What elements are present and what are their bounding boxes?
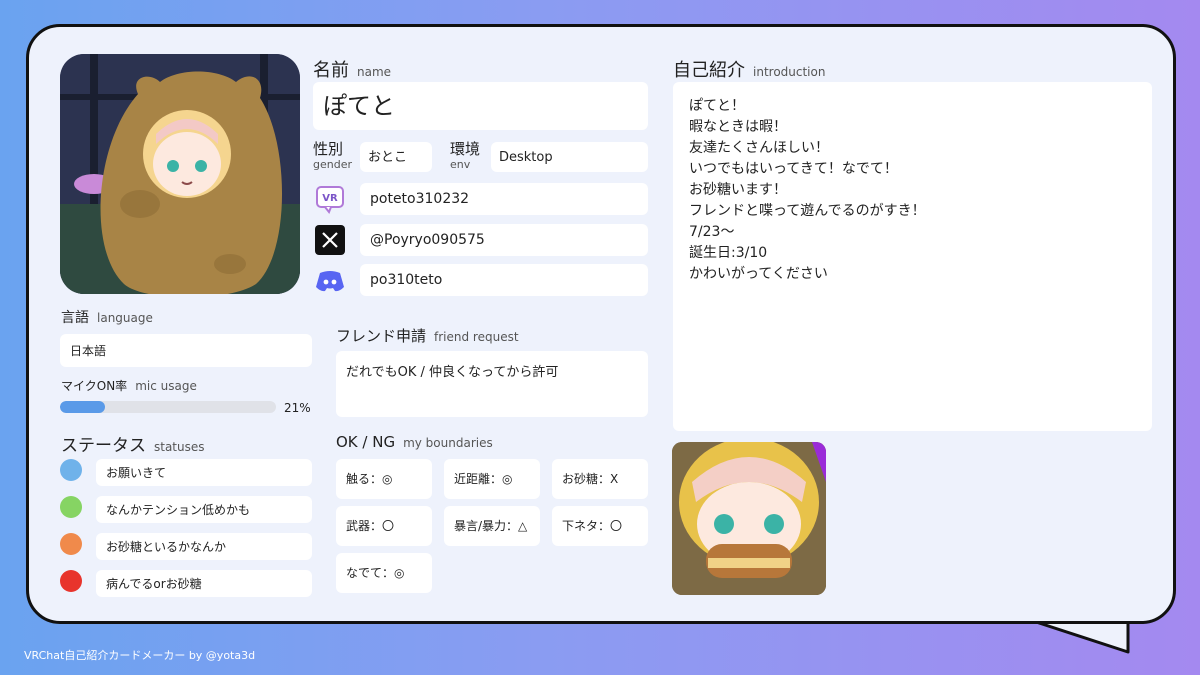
boundary-item: お砂糖：X (552, 459, 648, 499)
gender-heading: 性別 gender (313, 140, 352, 171)
vrchat-id: poteto310232 (370, 191, 470, 207)
status-label: お砂糖といるかなんか (106, 539, 227, 554)
boundary-item: なでて：◎ (336, 553, 432, 593)
intro-line: かわいがってください (689, 266, 828, 282)
vrchat-id-field: poteto310232 (360, 183, 648, 215)
intro-line: ぽてと！ (689, 98, 745, 114)
status-label: お願いきて (106, 465, 167, 480)
discord-id: po310teto (370, 272, 443, 288)
mic-percent: 21% (284, 401, 311, 415)
boundary-item: 近距離：◎ (444, 459, 540, 499)
vrchat-icon: VR (315, 184, 345, 214)
name-sublabel: name (357, 65, 392, 79)
friend-request-heading: フレンド申請 friend request (336, 325, 519, 346)
statuses-heading: ステータス statuses (61, 431, 205, 456)
footer-credit: VRChat自己紹介カードメーカー by @yota3d (24, 649, 256, 662)
boundaries-label: OK / NG (336, 433, 396, 451)
mic-progress-track (60, 401, 276, 413)
intro-heading: 自己紹介 introduction (673, 56, 825, 82)
gender-field: おとこ (360, 142, 432, 172)
status-item: お願いきて (96, 459, 312, 486)
name-field: ぽてと (313, 82, 648, 130)
language-heading: 言語 language (61, 307, 153, 327)
friend-request-sublabel: friend request (434, 330, 519, 344)
statuses-sublabel: statuses (154, 440, 205, 454)
gender-value: おとこ (368, 149, 408, 165)
secondary-photo (672, 442, 826, 595)
x-handle: @Poyryo090575 (370, 232, 485, 248)
discord-icon (315, 266, 345, 296)
intro-line: お砂糖います！ (689, 182, 787, 198)
friend-request-label: フレンド申請 (336, 327, 427, 345)
status-item: お砂糖といるかなんか (96, 533, 312, 560)
boundary-text: 武器：〇 (346, 519, 395, 533)
env-heading: 環境 env (450, 140, 481, 171)
svg-text:VR: VR (322, 193, 338, 204)
boundary-text: 近距離：◎ (454, 472, 513, 486)
status-dot (60, 459, 82, 481)
language-field: 日本語 (60, 334, 312, 367)
friend-request-value: だれでもOK / 仲良くなってから許可 (346, 365, 559, 380)
intro-line: 7/23〜 (689, 224, 735, 240)
boundaries-sublabel: my boundaries (403, 436, 493, 450)
env-value: Desktop (499, 149, 553, 165)
status-label: なんかテンション低めかも (106, 502, 251, 517)
intro-line: 誕生日:3/10 (689, 245, 768, 261)
status-item: 病んでるorお砂糖 (96, 570, 312, 597)
intro-line: フレンドと喋って遊んでるのがすき！ (689, 203, 926, 219)
language-label: 言語 (61, 310, 89, 326)
discord-id-field: po310teto (360, 264, 648, 296)
language-value: 日本語 (70, 343, 107, 358)
env-sublabel: env (450, 158, 471, 171)
name-label: 名前 (313, 60, 349, 81)
intro-label: 自己紹介 (673, 60, 745, 81)
boundary-item: 武器：〇 (336, 506, 432, 546)
gender-sublabel: gender (313, 158, 352, 171)
boundary-item: 下ネタ：〇 (552, 506, 648, 546)
boundary-text: なでて：◎ (346, 566, 405, 580)
mic-label: マイクON率 (61, 379, 128, 393)
status-dot (60, 496, 82, 518)
boundary-text: 下ネタ：〇 (562, 519, 623, 533)
language-sublabel: language (97, 311, 153, 325)
status-dot (60, 570, 82, 592)
name-value: ぽてと (323, 92, 395, 120)
x-logo-icon (315, 225, 345, 255)
status-label: 病んでるorお砂糖 (106, 576, 202, 591)
boundary-text: お砂糖：X (562, 472, 619, 486)
friend-request-field: だれでもOK / 仲良くなってから許可 (336, 351, 648, 417)
boundary-item: 暴言/暴力：△ (444, 506, 540, 546)
boundary-text: 触る：◎ (346, 472, 393, 486)
avatar-image (60, 54, 300, 294)
status-item: なんかテンション低めかも (96, 496, 312, 523)
statuses-label: ステータス (61, 436, 146, 456)
boundaries-heading: OK / NG my boundaries (336, 433, 493, 451)
x-handle-field: @Poyryo090575 (360, 224, 648, 256)
intro-line: 暇なときは暇！ (689, 119, 787, 135)
intro-field: ぽてと！ 暇なときは暇！ 友達たくさんほしい！ いつでもはいってきて！なでて！ … (673, 82, 1152, 431)
env-field: Desktop (491, 142, 648, 172)
mic-heading: マイクON率 mic usage (61, 377, 197, 394)
boundary-text: 暴言/暴力：△ (454, 519, 528, 533)
name-heading: 名前 name (313, 56, 391, 82)
mic-progress-fill (60, 401, 106, 413)
intro-line: いつでもはいってきて！なでて！ (689, 161, 898, 177)
boundary-item: 触る：◎ (336, 459, 432, 499)
status-dot (60, 533, 82, 555)
intro-line: 友達たくさんほしい！ (689, 140, 829, 156)
gender-label: 性別 (313, 140, 344, 158)
mic-sublabel: mic usage (135, 379, 197, 393)
env-label: 環境 (450, 140, 481, 158)
intro-sublabel: introduction (753, 65, 826, 79)
